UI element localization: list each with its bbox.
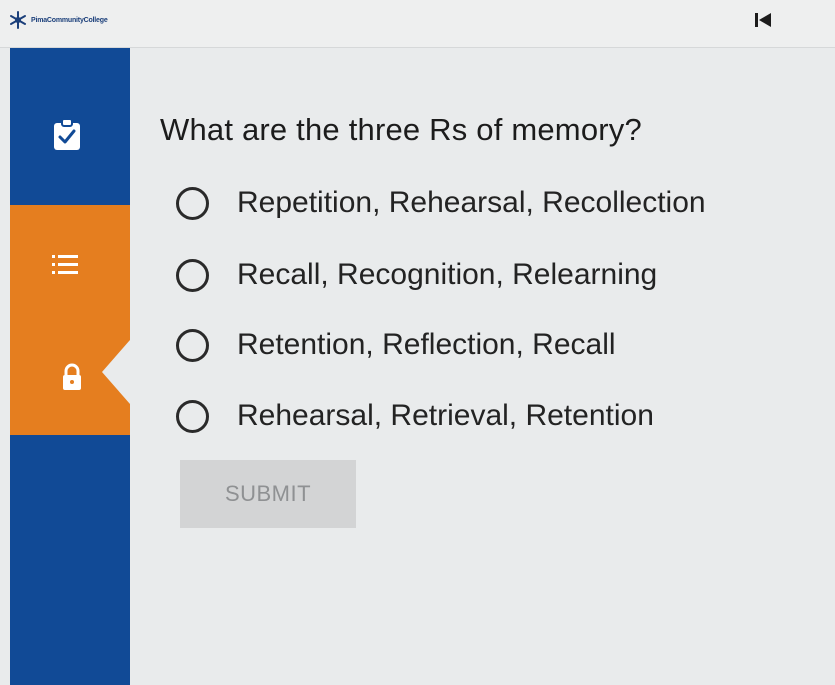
top-bar: PimaCommunityCollege [0, 0, 835, 48]
answer-option-label: Repetition, Rehearsal, Recollection [237, 186, 706, 219]
sidebar-item-locked[interactable] [55, 360, 89, 394]
active-section-pointer [102, 340, 130, 404]
radio-button[interactable] [176, 258, 209, 292]
submit-button[interactable]: SUBMIT [180, 460, 356, 528]
clipboard-check-icon [54, 118, 80, 150]
lock-icon [63, 363, 81, 390]
skip-back-button[interactable] [751, 8, 775, 32]
answer-option[interactable]: Retention, Reflection, Recall [176, 325, 616, 365]
answer-option[interactable]: Repetition, Rehearsal, Recollection [176, 183, 706, 223]
snowflake-logo-icon [10, 11, 26, 29]
answer-option-label: Recall, Recognition, Relearning [237, 258, 658, 291]
list-icon [52, 255, 78, 274]
radio-button[interactable] [176, 399, 209, 433]
answer-option[interactable]: Recall, Recognition, Relearning [176, 255, 657, 295]
question-text: What are the three Rs of memory? [160, 112, 642, 147]
radio-button[interactable] [176, 186, 209, 220]
answer-option-label: Retention, Reflection, Recall [237, 328, 616, 361]
logo-text: PimaCommunityCollege [31, 16, 108, 24]
college-logo[interactable]: PimaCommunityCollege [8, 10, 108, 30]
sidebar-item-assessment[interactable] [50, 118, 84, 152]
radio-button[interactable] [176, 328, 209, 362]
answer-option-label: Rehearsal, Retrieval, Retention [237, 399, 654, 432]
answer-option[interactable]: Rehearsal, Retrieval, Retention [176, 396, 654, 436]
skip-back-icon [755, 13, 771, 27]
sidebar-item-list[interactable] [48, 248, 82, 282]
